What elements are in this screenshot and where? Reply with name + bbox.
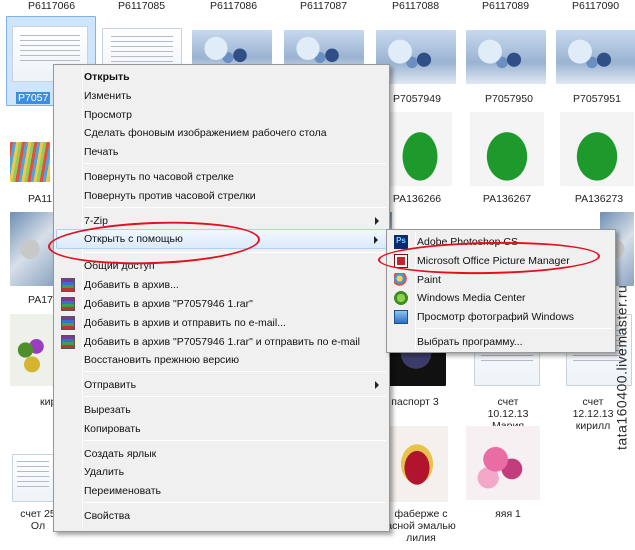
thumbnail-image[interactable] — [386, 426, 448, 502]
thumbnail-caption[interactable]: PA11 — [28, 193, 52, 205]
photoshop-icon: Ps — [394, 235, 408, 249]
menu-item-label: Переименовать — [84, 485, 161, 498]
menu-item-label: Просмотр фотографий Windows — [417, 311, 575, 324]
menu-item-label: Повернуть против часовой стрелки — [84, 189, 256, 202]
menu-item[interactable]: Сделать фоновым изображением рабочего ст… — [56, 123, 387, 143]
menu-item-label: Просмотр — [84, 108, 132, 121]
menu-item[interactable]: Просмотр фотографий Windows — [389, 307, 613, 327]
thumbnail-caption[interactable]: PA136266 — [390, 193, 444, 205]
menu-separator — [84, 163, 386, 164]
menu-separator — [84, 371, 386, 373]
winrar-icon — [61, 315, 75, 330]
thumbnail-caption[interactable]: P6117066 — [28, 0, 75, 12]
submenu-arrow-icon — [375, 381, 379, 390]
thumbnail-caption[interactable]: счет 25 Ол — [18, 508, 58, 532]
menu-item[interactable]: Восстановить прежнюю версию — [56, 350, 387, 370]
menu-item[interactable]: Windows Media Center — [389, 288, 613, 308]
winrar-icon — [61, 278, 75, 293]
thumbnail-caption[interactable]: P7057949 — [390, 93, 444, 105]
menu-item-label: Windows Media Center — [417, 292, 526, 305]
thumbnail-image[interactable] — [466, 30, 546, 84]
menu-item-label: Свойства — [84, 510, 131, 522]
menu-item-label: Вырезать — [84, 404, 131, 416]
submenu-arrow-icon — [375, 216, 379, 225]
menu-item[interactable]: Изменить — [56, 86, 387, 106]
thumbnail-caption[interactable]: P7057950 — [482, 93, 536, 105]
menu-item-label: Добавить в архив и отправить по e-mail..… — [84, 316, 286, 329]
thumbnail-caption[interactable]: P6117085 — [118, 0, 165, 12]
menu-separator — [417, 328, 612, 329]
thumbnail-caption[interactable]: P6117088 — [392, 0, 439, 12]
menu-item[interactable]: Добавить в архив "P7057946 1.rar" и отпр… — [56, 332, 387, 352]
menu-item[interactable]: Повернуть по часовой стрелке — [56, 167, 387, 187]
thumbnail-caption[interactable]: PA17 — [28, 294, 53, 306]
photo-viewer-icon — [394, 310, 408, 325]
menu-item-label: Восстановить прежнюю версию — [84, 354, 240, 367]
winrar-icon — [61, 334, 75, 349]
menu-item-label: Добавить в архив... — [84, 279, 179, 292]
menu-item[interactable]: Печать — [56, 142, 387, 162]
menu-item[interactable]: Отправить — [56, 375, 387, 395]
menu-item[interactable]: Копировать — [56, 419, 387, 439]
menu-item-label: Отправить — [84, 379, 137, 392]
menu-item-label: Печать — [84, 146, 119, 159]
menu-item-label: Сделать фоновым изображением рабочего ст… — [84, 127, 327, 140]
submenu-arrow-icon — [374, 236, 378, 245]
menu-item[interactable]: Просмотр — [56, 105, 387, 125]
menu-item-label: Открыть — [84, 71, 130, 83]
menu-item[interactable]: Открыть — [56, 67, 387, 87]
menu-separator — [84, 439, 386, 441]
thumbnail-image[interactable] — [12, 454, 54, 502]
menu-item[interactable]: Создать ярлык — [56, 444, 387, 464]
thumbnail-image[interactable] — [10, 212, 54, 286]
menu-item[interactable]: Удалить — [56, 462, 387, 482]
thumbnail-image[interactable] — [560, 112, 634, 186]
thumbnail-image[interactable] — [388, 112, 452, 186]
thumbnail-caption[interactable]: P6117086 — [210, 0, 257, 12]
thumbnail-caption[interactable]: P7057 — [16, 92, 51, 104]
menu-item-label: Paint — [417, 273, 441, 286]
thumbnail-caption[interactable]: P6117089 — [482, 0, 529, 12]
menu-item[interactable]: Повернуть против часовой стрелки — [56, 186, 387, 206]
thumbnail-caption[interactable]: P6117090 — [572, 0, 619, 12]
thumbnail-caption[interactable]: PA136273 — [572, 193, 626, 205]
menu-item-label: Добавить в архив "P7057946 1.rar" — [84, 298, 253, 310]
thumbnail-caption[interactable]: фаберже с асной эмалью лилия — [386, 508, 456, 544]
watermark: tata160400.livemaster.ru — [613, 284, 629, 450]
thumbnail-image[interactable] — [470, 112, 544, 186]
thumbnail-caption[interactable]: паспорт 3 — [390, 396, 440, 408]
thumbnail-image[interactable] — [556, 30, 635, 84]
menu-item-label: 7-Zip — [84, 214, 108, 227]
menu-item[interactable]: Вырезать — [56, 400, 387, 420]
thumbnail-caption[interactable]: P7057951 — [570, 93, 624, 105]
menu-item-label: Изменить — [84, 89, 132, 102]
thumbnail-image[interactable] — [10, 142, 50, 182]
menu-separator — [84, 206, 386, 208]
menu-item-label: Повернуть по часовой стрелке — [84, 171, 234, 183]
menu-item[interactable]: Добавить в архив... — [56, 275, 387, 295]
menu-item[interactable]: Добавить в архив "P7057946 1.rar" — [56, 294, 387, 314]
thumbnail-image[interactable] — [10, 314, 54, 386]
thumbnail-image[interactable] — [466, 426, 540, 500]
menu-separator — [84, 502, 386, 503]
menu-item-label: Выбрать программу... — [417, 336, 523, 348]
menu-item-label: Добавить в архив "P7057946 1.rar" и отпр… — [84, 335, 360, 348]
menu-item[interactable]: Добавить в архив и отправить по e-mail..… — [56, 313, 387, 333]
menu-item[interactable]: Свойства — [56, 506, 387, 526]
thumbnail-caption[interactable]: P6117087 — [300, 0, 347, 12]
menu-item-label: Создать ярлык — [84, 447, 157, 460]
winrar-icon — [61, 297, 75, 311]
menu-item[interactable]: Переименовать — [56, 481, 387, 501]
context-menu: Открыть Изменить Просмотр Сделать фоновым и… — [53, 64, 390, 532]
paint-icon — [394, 272, 408, 287]
thumbnail-caption[interactable]: яяя 1 — [488, 508, 528, 520]
thumbnail-caption[interactable]: PA136267 — [480, 193, 534, 205]
menu-item-label: Удалить — [84, 466, 125, 479]
menu-separator — [84, 396, 386, 397]
menu-item-label: Копировать — [84, 422, 141, 435]
media-center-icon — [394, 291, 408, 306]
menu-item[interactable]: Выбрать программу... — [389, 332, 613, 352]
